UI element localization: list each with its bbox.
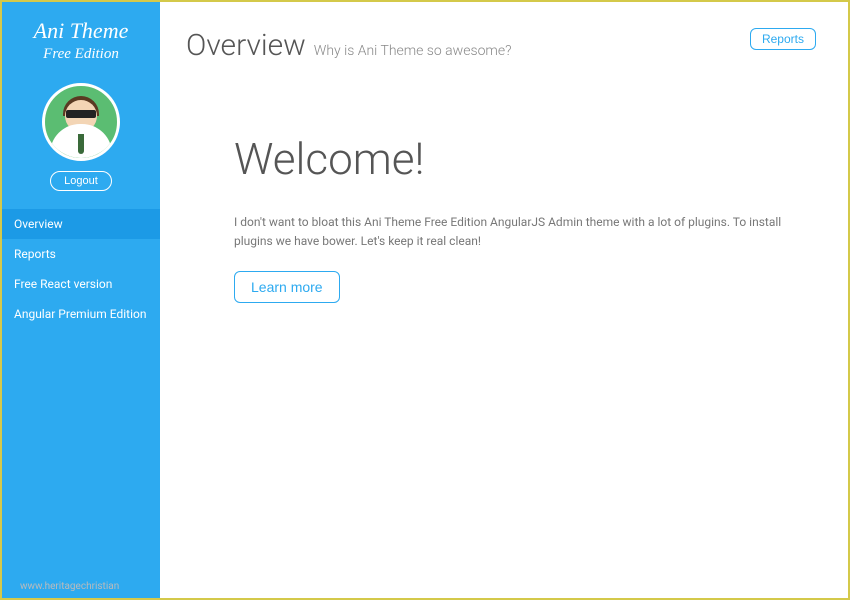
sidebar: Ani Theme Free Edition Logout Overview R…	[2, 2, 160, 598]
reports-button[interactable]: Reports	[750, 28, 816, 50]
sidebar-item-reports[interactable]: Reports	[2, 239, 160, 269]
logout-wrap: Logout	[2, 171, 160, 191]
welcome-text: I don't want to bloat this Ani Theme Fre…	[234, 213, 814, 251]
brand-subtitle: Free Edition	[10, 46, 152, 63]
page-title: Overview	[186, 28, 306, 63]
sidebar-item-overview[interactable]: Overview	[2, 209, 160, 239]
page-subtitle: Why is Ani Theme so awesome?	[314, 43, 512, 59]
main-content: Overview Why is Ani Theme so awesome? Re…	[160, 2, 848, 598]
brand-title: Ani Theme	[10, 18, 152, 44]
sidebar-nav: Overview Reports Free React version Angu…	[2, 209, 160, 329]
logout-button[interactable]: Logout	[50, 171, 112, 191]
avatar-tie-icon	[78, 134, 84, 154]
app-container: Ani Theme Free Edition Logout Overview R…	[2, 2, 848, 598]
header-row: Overview Why is Ani Theme so awesome? Re…	[186, 28, 816, 63]
content-body: Welcome! I don't want to bloat this Ani …	[234, 133, 814, 303]
avatar-wrap	[2, 83, 160, 161]
sidebar-item-free-react-version[interactable]: Free React version	[2, 269, 160, 299]
watermark: www.heritagechristian	[20, 581, 119, 592]
avatar[interactable]	[42, 83, 120, 161]
page-heading: Overview Why is Ani Theme so awesome?	[186, 28, 511, 63]
avatar-glasses-icon	[66, 110, 96, 118]
welcome-title: Welcome!	[234, 133, 814, 185]
sidebar-item-angular-premium-edition[interactable]: Angular Premium Edition	[2, 299, 160, 329]
learn-more-button[interactable]: Learn more	[234, 271, 340, 303]
brand: Ani Theme Free Edition	[2, 2, 160, 71]
